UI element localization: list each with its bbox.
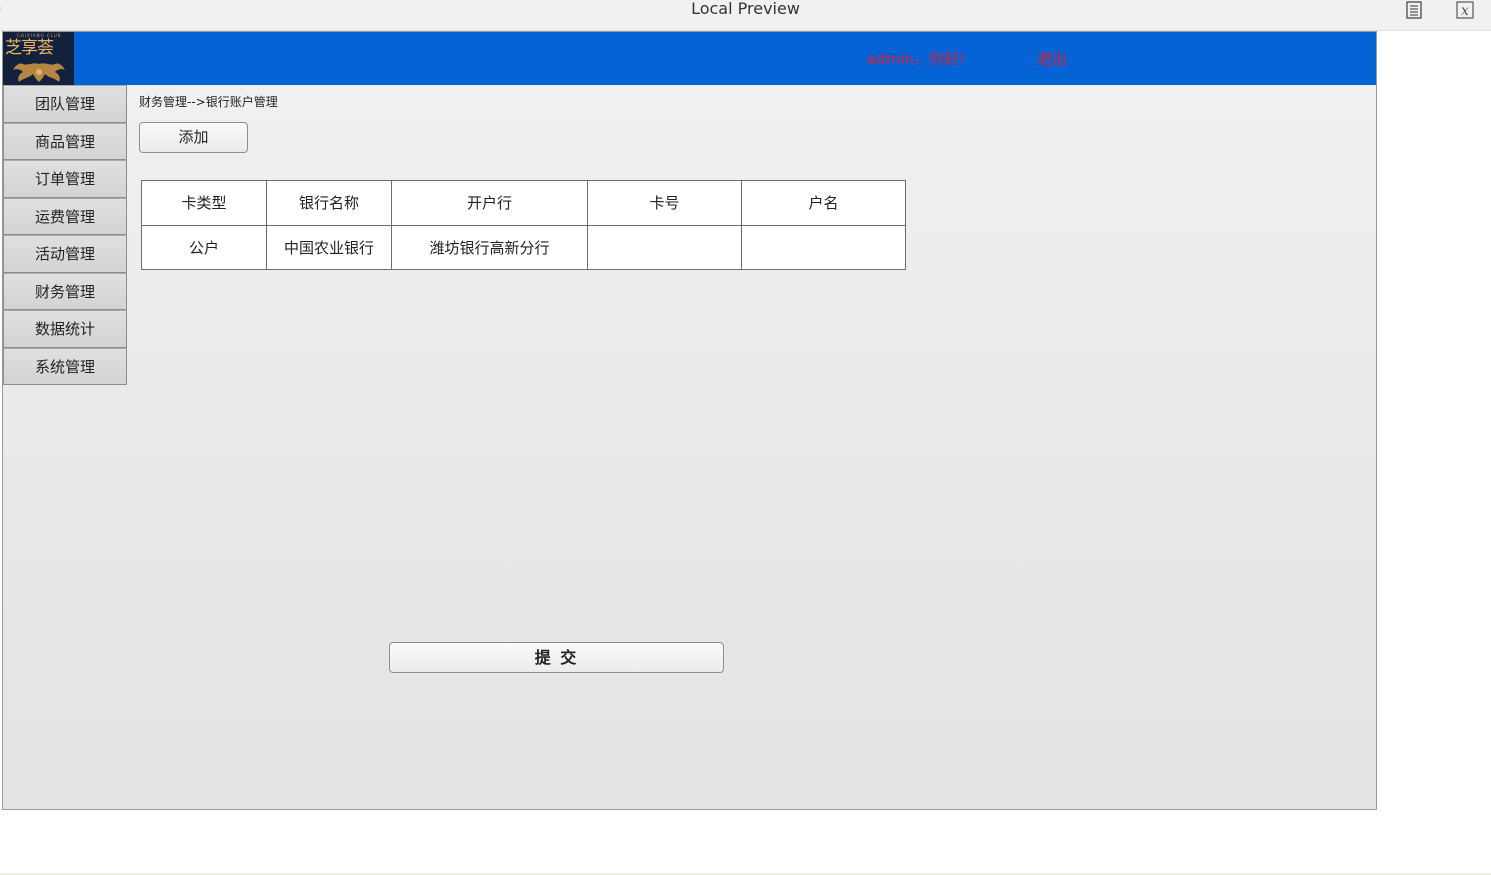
sidebar-item-orders[interactable]: 订单管理 [3, 160, 127, 198]
window-title: Local Preview [691, 0, 800, 18]
submit-button[interactable]: 提 交 [389, 642, 724, 673]
sidebar-item-statistics[interactable]: 数据统计 [3, 310, 127, 348]
table-cell: 公户 [141, 224, 267, 270]
logo-text: 芝享荟 [5, 38, 54, 58]
window-titlebar: ) Local Preview x [0, 0, 1491, 31]
sidebar-item-finance[interactable]: 财务管理 [3, 272, 127, 310]
sidebar: 团队管理 商品管理 订单管理 运费管理 活动管理 财务管理 数据统计 系统管理 [3, 85, 127, 385]
table-cell: 潍坊银行高新分行 [391, 224, 588, 270]
table-cell [741, 224, 906, 270]
sidebar-item-system[interactable]: 系统管理 [3, 347, 127, 385]
bank-account-table: 卡类型 银行名称 开户行 卡号 户名 公户 中国农业银行 潍坊银行高新分行 [141, 180, 906, 270]
sidebar-item-promotions[interactable]: 活动管理 [3, 235, 127, 273]
logo-ornament-icon [13, 63, 65, 82]
table-header-row: 卡类型 银行名称 开户行 卡号 户名 [141, 180, 906, 226]
add-button[interactable]: 添加 [139, 122, 248, 153]
user-greeting: admin，你好! [867, 50, 966, 68]
sidebar-item-shipping[interactable]: 运费管理 [3, 197, 127, 235]
table-row[interactable]: 公户 中国农业银行 潍坊银行高新分行 [141, 224, 906, 270]
svg-text:x: x [1461, 3, 1469, 19]
column-header: 户名 [741, 180, 906, 226]
column-header: 银行名称 [266, 180, 392, 226]
table-cell [587, 224, 742, 270]
document-icon[interactable] [1403, 0, 1425, 20]
column-header: 开户行 [391, 180, 588, 226]
column-header: 卡号 [587, 180, 742, 226]
sidebar-item-team[interactable]: 团队管理 [3, 85, 127, 123]
column-header: 卡类型 [141, 180, 267, 226]
logout-link[interactable]: 退出 [1037, 49, 1067, 69]
brand-logo: CHIXIANG CLUB 芝享荟 [3, 32, 74, 85]
breadcrumb: 财务管理-->银行账户管理 [139, 95, 278, 109]
table-cell: 中国农业银行 [266, 224, 392, 270]
top-header: CHIXIANG CLUB 芝享荟 admin，你好! 退出 [3, 32, 1376, 85]
sidebar-item-products[interactable]: 商品管理 [3, 122, 127, 160]
app-frame: CHIXIANG CLUB 芝享荟 admin，你好! 退出 团队管理 商品管理… [2, 31, 1377, 810]
script-x-icon[interactable]: x [1455, 0, 1477, 20]
